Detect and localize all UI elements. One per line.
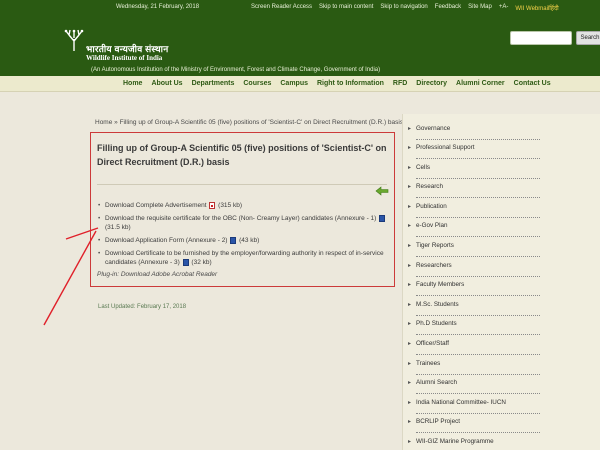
tree-logo-icon: [64, 29, 84, 51]
nav-directory[interactable]: Directory: [416, 80, 447, 87]
download-application-form-link[interactable]: Download Application Form (Annexure - 2): [105, 237, 227, 244]
list-item: Download Certificate to be furnished by …: [97, 249, 392, 267]
sidebar-item-research[interactable]: Research: [408, 180, 540, 198]
download-advertisement-link[interactable]: Download Complete Advertisement: [105, 202, 207, 209]
current-date: Wednesday, 21 February, 2018: [116, 4, 200, 10]
download-employer-certificate-link[interactable]: Download Certificate to be furnished by …: [105, 250, 384, 266]
word-icon[interactable]: [379, 214, 386, 222]
nav-campus[interactable]: Campus: [280, 80, 308, 87]
sidebar-item-iucn[interactable]: India National Committee- IUCN: [408, 396, 540, 414]
sidebar-item-alumni-search[interactable]: Alumni Search: [408, 376, 540, 394]
sidebar-item-bcrlip-project[interactable]: BCRLIP Project: [408, 415, 540, 433]
nav-alumni-corner[interactable]: Alumni Corner: [456, 80, 505, 87]
sidebar-item-msc-students[interactable]: M.Sc. Students: [408, 298, 540, 316]
list-item: Download Complete Advertisement (315 kb): [97, 201, 392, 210]
nav-home[interactable]: Home: [123, 80, 142, 87]
skip-nav-link[interactable]: Skip to navigation: [380, 4, 427, 12]
search-input[interactable]: [510, 31, 572, 45]
search-button[interactable]: Search: [576, 31, 600, 45]
sidebar-item-egov-plan[interactable]: e-Gov Plan: [408, 219, 540, 237]
top-utility-bar: Wednesday, 21 February, 2018 Screen Read…: [0, 4, 600, 14]
nav-courses[interactable]: Courses: [243, 80, 271, 87]
breadcrumb: Home » Filling up of Group-A Scientific …: [95, 119, 404, 126]
sidebar-item-phd-students[interactable]: Ph.D Students: [408, 317, 540, 335]
sidebar-item-tiger-reports[interactable]: Tiger Reports: [408, 239, 540, 257]
sidebar: Governance Professional Support Cells Re…: [402, 114, 600, 450]
download-obc-certificate-link[interactable]: Download the requisite certificate for t…: [105, 215, 376, 222]
back-arrow-icon[interactable]: [375, 186, 389, 196]
screen-reader-link[interactable]: Screen Reader Access: [251, 4, 312, 12]
webmail-hindi-link[interactable]: WII Webmailहिंदी: [515, 4, 558, 12]
sidebar-item-researchers[interactable]: Researchers: [408, 259, 540, 277]
sidebar-item-faculty-members[interactable]: Faculty Members: [408, 278, 540, 296]
nav-contact-us[interactable]: Contact Us: [514, 80, 551, 87]
plugin-label: Plug-in:: [97, 271, 120, 278]
feedback-link[interactable]: Feedback: [435, 4, 461, 12]
plugin-note: Plug-in: Download Adobe Acrobat Reader: [97, 271, 392, 278]
sidebar-item-governance[interactable]: Governance: [408, 122, 540, 140]
sidebar-item-trainees[interactable]: Trainees: [408, 357, 540, 375]
font-size-control[interactable]: +A-: [499, 4, 509, 12]
nav-departments[interactable]: Departments: [192, 80, 235, 87]
sitemap-link[interactable]: Site Map: [468, 4, 492, 12]
skip-main-link[interactable]: Skip to main content: [319, 4, 373, 12]
recruitment-notice: Filling up of Group-A Scientific 05 (fiv…: [90, 132, 395, 287]
institute-tagline: (An Autonomous Institution of the Minist…: [91, 67, 381, 73]
list-item: Download the requisite certificate for t…: [97, 214, 392, 232]
word-icon[interactable]: [230, 236, 237, 244]
page-title: Filling up of Group-A Scientific 05 (fiv…: [97, 143, 387, 167]
sidebar-item-professional-support[interactable]: Professional Support: [408, 141, 540, 159]
divider: [97, 184, 387, 185]
file-size: (32 kb): [191, 259, 212, 266]
download-list: Download Complete Advertisement (315 kb)…: [97, 201, 392, 278]
pdf-icon[interactable]: [209, 201, 216, 209]
sidebar-item-cells[interactable]: Cells: [408, 161, 540, 179]
file-size: (31.5 kb): [105, 224, 131, 231]
adobe-reader-link[interactable]: Download Adobe Acrobat Reader: [121, 271, 217, 278]
nav-about-us[interactable]: About Us: [151, 80, 182, 87]
main-navigation: Home About Us Departments Courses Campus…: [0, 76, 600, 92]
last-updated: Last Updated: February 17, 2018: [98, 304, 187, 310]
nav-rti[interactable]: Right to Information: [317, 80, 384, 87]
file-size: (315 kb): [218, 202, 243, 209]
sidebar-item-officer-staff[interactable]: Officer/Staff: [408, 337, 540, 355]
list-item: Download Application Form (Annexure - 2)…: [97, 236, 392, 245]
file-size: (43 kb): [239, 237, 260, 244]
nav-rfd[interactable]: RFD: [393, 80, 407, 87]
sidebar-item-wii-giz-marine[interactable]: WII-GIZ Marine Programme: [408, 435, 540, 450]
word-icon[interactable]: [182, 258, 189, 266]
logo-english-text: Wildlife Institute of India: [86, 54, 163, 62]
site-header: Wednesday, 21 February, 2018 Screen Read…: [0, 0, 600, 76]
utility-links: Screen Reader Access Skip to main conten…: [251, 4, 559, 12]
sidebar-item-publication[interactable]: Publication: [408, 200, 540, 218]
